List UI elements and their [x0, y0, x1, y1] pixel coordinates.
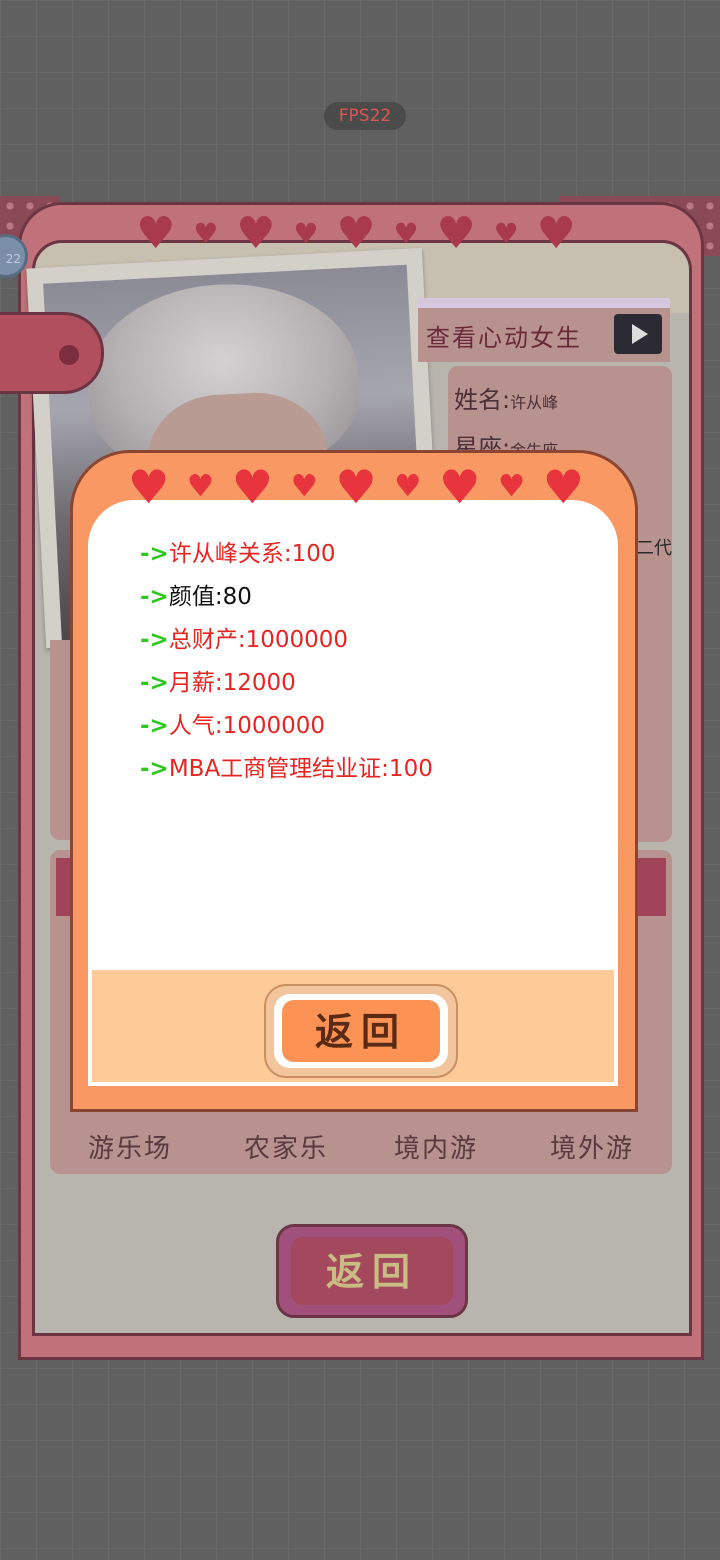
stat-row-relationship: ->许从峰关系:100: [140, 534, 335, 568]
arrow-icon: ->: [140, 713, 169, 739]
heart-icon: ♥: [394, 469, 422, 504]
stat-text: 人气:1000000: [168, 713, 326, 739]
heart-icon: ♥: [493, 217, 519, 250]
stat-text: 月薪:12000: [168, 670, 296, 696]
card-return-button[interactable]: 返回: [276, 1224, 468, 1318]
stat-text: 总财产:1000000: [168, 627, 349, 653]
stat-row-looks: ->颜值:80: [140, 577, 252, 611]
stat-text: MBA工商管理结业证:100: [168, 756, 433, 782]
arrow-icon: ->: [140, 627, 169, 653]
heart-icon: ♥: [439, 460, 481, 514]
play-video-icon[interactable]: [614, 314, 662, 354]
heart-icon: ♥: [542, 460, 584, 514]
card-return-label: 返回: [291, 1237, 453, 1305]
heart-icon: ♥: [436, 208, 476, 259]
heart-icon: ♥: [336, 208, 376, 259]
stat-row-popularity: ->人气:1000000: [140, 706, 325, 740]
heart-icon: ♥: [498, 469, 525, 504]
card-hearts-row: ♥ ♥ ♥ ♥ ♥ ♥ ♥ ♥ ♥: [136, 212, 576, 256]
heart-icon: ♥: [231, 460, 273, 514]
stat-row-total-assets: ->总财产:1000000: [140, 620, 348, 654]
heart-icon: ♥: [236, 208, 276, 259]
heart-icon: ♥: [293, 217, 319, 250]
arrow-icon: ->: [140, 541, 169, 567]
stat-row-mba-certificate: ->MBA工商管理结业证:100: [140, 749, 433, 783]
heart-icon: ♥: [187, 469, 214, 504]
name-value: 许从峰: [510, 393, 559, 412]
side-tab-button[interactable]: [0, 312, 104, 394]
destination-domestic-trip[interactable]: 境内游: [394, 1128, 478, 1165]
stat-row-monthly-salary: ->月薪:12000: [140, 663, 296, 697]
destination-amusement-park[interactable]: 游乐场: [88, 1128, 172, 1165]
heart-icon: ♥: [128, 460, 170, 514]
heart-icon: ♥: [393, 217, 419, 250]
modal-hearts-row: ♥ ♥ ♥ ♥ ♥ ♥ ♥ ♥ ♥: [128, 464, 584, 510]
name-row: 姓名:许从峰: [454, 386, 559, 414]
arrow-icon: ->: [140, 584, 169, 610]
heart-icon: ♥: [536, 208, 576, 259]
heart-icon: ♥: [335, 460, 377, 514]
arrow-icon: ->: [140, 756, 169, 782]
view-heart-girls-label: 查看心动女生: [426, 324, 582, 352]
side-tab-dot: [59, 345, 79, 365]
modal-return-button[interactable]: 返回: [264, 984, 458, 1078]
stat-text: 颜值:80: [168, 584, 252, 610]
heart-icon: ♥: [136, 208, 176, 259]
stat-text: 许从峰关系:100: [168, 541, 336, 567]
info-cut-text: 二代: [636, 538, 672, 559]
heart-icon: ♥: [193, 217, 219, 250]
destination-farm-stay[interactable]: 农家乐: [244, 1128, 328, 1165]
heart-icon: ♥: [290, 469, 318, 504]
modal-return-label: 返回: [282, 1000, 440, 1062]
name-label: 姓名: [454, 386, 502, 414]
fps-counter: FPS22: [324, 102, 406, 130]
destination-overseas-trip[interactable]: 境外游: [550, 1128, 634, 1165]
arrow-icon: ->: [140, 670, 169, 696]
